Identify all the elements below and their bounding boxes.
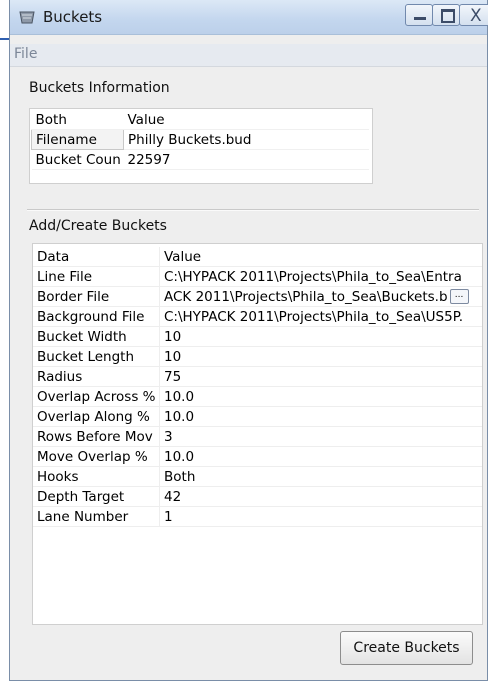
- minimize-button[interactable]: [405, 4, 433, 26]
- maximize-icon: [441, 9, 455, 23]
- maximize-button[interactable]: [432, 4, 460, 26]
- data-row-value[interactable]: 75: [159, 366, 482, 387]
- data-row-label[interactable]: Hooks: [33, 466, 160, 487]
- data-row-label[interactable]: Overlap Along %: [33, 406, 160, 427]
- info-header-value: Value: [123, 110, 369, 130]
- table-row[interactable]: Bucket Coun 22597: [31, 149, 369, 170]
- minimize-icon: [414, 17, 426, 20]
- info-grid: Both Value Filename Philly Buckets.bud B…: [31, 110, 369, 170]
- info-row-value[interactable]: Philly Buckets.bud: [123, 129, 369, 150]
- data-row-label[interactable]: Background File: [33, 306, 160, 327]
- data-row-value[interactable]: C:\HYPACK 2011\Projects\Phila_to_Sea\Ent…: [159, 266, 482, 287]
- menu-bar: File: [10, 44, 487, 67]
- close-button-face[interactable]: X: [459, 4, 488, 26]
- data-row-value[interactable]: C:\HYPACK 2011\Projects\Phila_to_Sea\US5…: [159, 306, 482, 327]
- data-row-value[interactable]: ACK 2011\Projects\Phila_to_Sea\Buckets.b…: [159, 286, 482, 307]
- bucket-app-icon: [19, 11, 35, 24]
- info-row-value[interactable]: 22597: [123, 149, 369, 170]
- data-header-data: Data: [33, 247, 160, 267]
- table-row[interactable]: Bucket Width 10: [33, 326, 482, 347]
- data-row-value[interactable]: 10: [159, 326, 482, 347]
- table-row[interactable]: Background File C:\HYPACK 2011\Projects\…: [33, 306, 482, 327]
- add-create-buckets-title: Add/Create Buckets: [29, 218, 167, 234]
- data-row-label[interactable]: Move Overlap %: [33, 446, 160, 467]
- close-button[interactable]: X: [459, 4, 488, 26]
- info-header-both: Both: [31, 110, 124, 130]
- data-row-label[interactable]: Bucket Width: [33, 326, 160, 347]
- data-row-label[interactable]: Radius: [33, 366, 160, 387]
- table-row[interactable]: Depth Target 42: [33, 486, 482, 507]
- data-row-label[interactable]: Rows Before Mov: [33, 426, 160, 447]
- window-title: Buckets: [43, 8, 103, 26]
- title-bar[interactable]: Buckets X: [10, 0, 488, 35]
- table-row[interactable]: Line File C:\HYPACK 2011\Projects\Phila_…: [33, 266, 482, 287]
- buckets-information-title: Buckets Information: [29, 80, 170, 96]
- data-row-value[interactable]: 10.0: [159, 406, 482, 427]
- data-row-label[interactable]: Line File: [33, 266, 160, 287]
- data-row-value[interactable]: 10.0: [159, 446, 482, 467]
- info-grid-header: Both Value: [31, 110, 369, 130]
- table-row[interactable]: Move Overlap % 10.0: [33, 446, 482, 467]
- data-row-label[interactable]: Lane Number: [33, 506, 160, 527]
- data-header-value: Value: [159, 247, 482, 267]
- info-row-label[interactable]: Bucket Coun: [31, 149, 124, 170]
- group-separator: [27, 209, 479, 211]
- data-row-value[interactable]: 42: [159, 486, 482, 507]
- border-file-value[interactable]: ACK 2011\Projects\Phila_to_Sea\Buckets.b: [164, 289, 448, 305]
- menu-file[interactable]: File: [14, 46, 37, 62]
- table-row[interactable]: Radius 75: [33, 366, 482, 387]
- browse-ellipsis-button[interactable]: ...: [449, 289, 469, 304]
- data-row-label[interactable]: Border File: [33, 286, 160, 307]
- table-row[interactable]: Overlap Across % 10.0: [33, 386, 482, 407]
- data-row-label[interactable]: Overlap Across %: [33, 386, 160, 407]
- table-row[interactable]: Rows Before Mov 3: [33, 426, 482, 447]
- table-row[interactable]: Hooks Both: [33, 466, 482, 487]
- data-grid-frame: Data Value Line File C:\HYPACK 2011\Proj…: [32, 243, 483, 625]
- table-row[interactable]: Lane Number 1: [33, 506, 482, 527]
- info-row-label[interactable]: Filename: [31, 129, 124, 150]
- table-row[interactable]: Filename Philly Buckets.bud: [31, 129, 369, 150]
- table-row[interactable]: Overlap Along % 10.0: [33, 406, 482, 427]
- data-grid: Data Value Line File C:\HYPACK 2011\Proj…: [33, 247, 482, 527]
- data-row-label[interactable]: Bucket Length: [33, 346, 160, 367]
- data-row-value[interactable]: 10: [159, 346, 482, 367]
- create-buckets-button[interactable]: Create Buckets: [340, 631, 473, 665]
- data-row-value[interactable]: 1: [159, 506, 482, 527]
- buckets-window: Buckets X File Buckets Information Both …: [9, 0, 488, 681]
- data-row-value[interactable]: 10.0: [159, 386, 482, 407]
- close-icon: X: [470, 6, 482, 26]
- data-row-value[interactable]: 3: [159, 426, 482, 447]
- data-row-value[interactable]: Both: [159, 466, 482, 487]
- data-grid-header: Data Value: [33, 247, 482, 267]
- table-row[interactable]: Bucket Length 10: [33, 346, 482, 367]
- data-row-label[interactable]: Depth Target: [33, 486, 160, 507]
- table-row[interactable]: Border File ACK 2011\Projects\Phila_to_S…: [33, 286, 482, 307]
